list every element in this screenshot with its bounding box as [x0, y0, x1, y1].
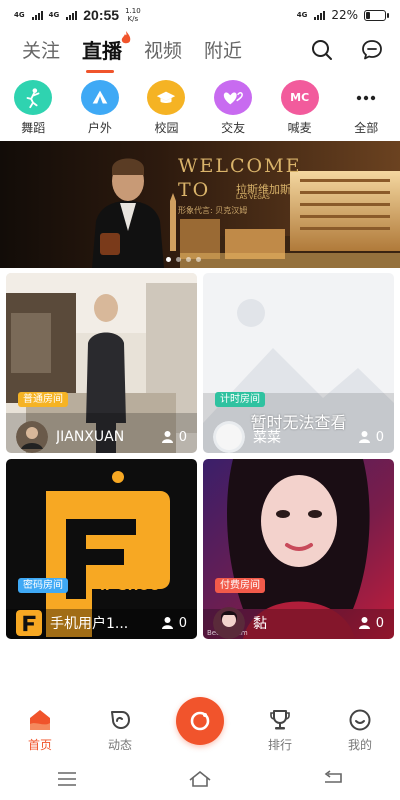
- category-campus[interactable]: 校园: [133, 80, 200, 136]
- camera-live-icon: [176, 697, 224, 745]
- moments-icon: [111, 711, 130, 729]
- avatar: [16, 610, 42, 636]
- pager-dot[interactable]: [166, 257, 171, 262]
- host-name: JIANXUAN: [56, 429, 125, 445]
- pager-dot[interactable]: [176, 257, 181, 262]
- person-icon: [161, 431, 173, 443]
- logo-text: IF SHOU: [100, 579, 161, 594]
- bottom-nav: 首页 动态 排行 我的: [0, 697, 400, 756]
- banner-endorse: 形象代言: 贝克汉姆: [178, 206, 248, 215]
- room-type-tag: 密码房间: [18, 578, 68, 593]
- banner-brand-en: LAS VEGAS: [236, 194, 270, 201]
- network-indicator-1: 4G: [14, 11, 25, 19]
- viewer-count: 0: [161, 616, 187, 631]
- nav-go-live[interactable]: [160, 697, 240, 756]
- signal-bars-icon: [31, 10, 43, 20]
- pager-dot[interactable]: [196, 257, 201, 262]
- nav-label: 排行: [267, 738, 292, 752]
- signal-bars-icon: [314, 10, 326, 20]
- banner-to: TO: [178, 179, 211, 201]
- live-page: 4G 4G 20:55 1.10K/s 4G 22% 关注 直播 视频 附近: [0, 0, 400, 800]
- person-icon: [358, 617, 370, 629]
- person-icon: [161, 617, 173, 629]
- back-icon[interactable]: [322, 770, 344, 788]
- category-all[interactable]: 全部: [333, 80, 400, 136]
- nav-profile[interactable]: 我的: [320, 700, 400, 756]
- nav-label: 首页: [27, 738, 52, 752]
- trophy-icon: [270, 710, 290, 730]
- home-outline-icon[interactable]: [189, 770, 211, 788]
- nav-ranking[interactable]: 排行: [240, 700, 320, 756]
- menu-icon[interactable]: [56, 770, 78, 788]
- banner-welcome: WELCOME: [178, 155, 302, 177]
- signal-bars-icon: [66, 10, 78, 20]
- banner-pager: [166, 257, 201, 262]
- nav-label: 我的: [347, 738, 372, 752]
- avatar: [213, 607, 245, 639]
- category-label: 喊麦: [287, 121, 312, 135]
- category-label: 交友: [221, 121, 246, 135]
- tab-follow[interactable]: 关注: [22, 36, 60, 67]
- room-type-tag: 付费房间: [215, 578, 265, 593]
- host-name: 菜菜: [253, 430, 281, 446]
- viewer-count: 0: [358, 616, 384, 631]
- home-icon: [30, 710, 50, 730]
- network-indicator-3: 4G: [296, 11, 308, 19]
- battery-icon: [364, 9, 389, 21]
- person-icon: [358, 431, 370, 443]
- profile-icon: [349, 709, 371, 731]
- host-name: 手机用户1...: [50, 616, 129, 632]
- category-mc[interactable]: MC 喊麦: [266, 80, 333, 136]
- room-card[interactable]: IF SHOU 密码房间 手机用户1... 0: [6, 459, 197, 639]
- system-nav-bar: [0, 758, 400, 800]
- pager-dot[interactable]: [186, 257, 191, 262]
- more-icon: [347, 80, 386, 115]
- category-bar: 舞蹈 户外 校园 交友 MC 喊麦 全部: [0, 80, 400, 136]
- room-card[interactable]: 暂时无法查看 计时房间 菜菜 0: [203, 273, 394, 453]
- dance-icon: [14, 80, 53, 115]
- hearts-icon: [214, 80, 253, 115]
- viewer-count: 0: [358, 430, 384, 445]
- category-label: 校园: [154, 121, 179, 135]
- graduation-cap-icon: [147, 80, 186, 115]
- room-card[interactable]: 普通房间 JIANXUAN 0: [6, 273, 197, 453]
- host-name: 黏: [253, 616, 267, 632]
- category-label: 户外: [87, 121, 112, 135]
- clock: 20:55: [83, 7, 120, 23]
- status-bar: 4G 4G 20:55 1.10 K/s 4G 22%: [0, 0, 400, 30]
- avatar: [16, 421, 48, 453]
- room-type-tag: 计时房间: [215, 392, 265, 407]
- battery-percent: 22%: [331, 8, 358, 22]
- nav-home[interactable]: 首页: [0, 700, 80, 756]
- tab-live[interactable]: 直播: [82, 30, 131, 73]
- room-card[interactable]: BeautyCam 付费房间 黏 0: [203, 459, 394, 639]
- viewer-count: 0: [161, 430, 187, 445]
- tent-icon: [80, 80, 119, 115]
- promo-banner[interactable]: WELCOME TO 拉斯维加斯 LAS VEGAS 形象代言: 贝克汉姆: [0, 141, 400, 268]
- search-icon[interactable]: [310, 38, 334, 62]
- category-label: 舞蹈: [21, 121, 46, 135]
- room-type-tag: 普通房间: [18, 392, 68, 407]
- message-icon[interactable]: [360, 38, 384, 62]
- category-dance[interactable]: 舞蹈: [0, 80, 67, 136]
- category-outdoor[interactable]: 户外: [67, 80, 134, 136]
- mc-icon: MC: [280, 80, 319, 115]
- net-speed: 1.10 K/s: [125, 7, 141, 23]
- nav-label: 动态: [107, 738, 132, 752]
- tab-nearby[interactable]: 附近: [204, 36, 242, 67]
- category-dating[interactable]: 交友: [200, 80, 267, 136]
- avatar: [213, 421, 245, 453]
- tab-video[interactable]: 视频: [144, 36, 182, 67]
- nav-moments[interactable]: 动态: [80, 700, 160, 756]
- category-label: 全部: [354, 121, 379, 135]
- flame-icon: [121, 30, 131, 43]
- network-indicator-2: 4G: [48, 11, 60, 19]
